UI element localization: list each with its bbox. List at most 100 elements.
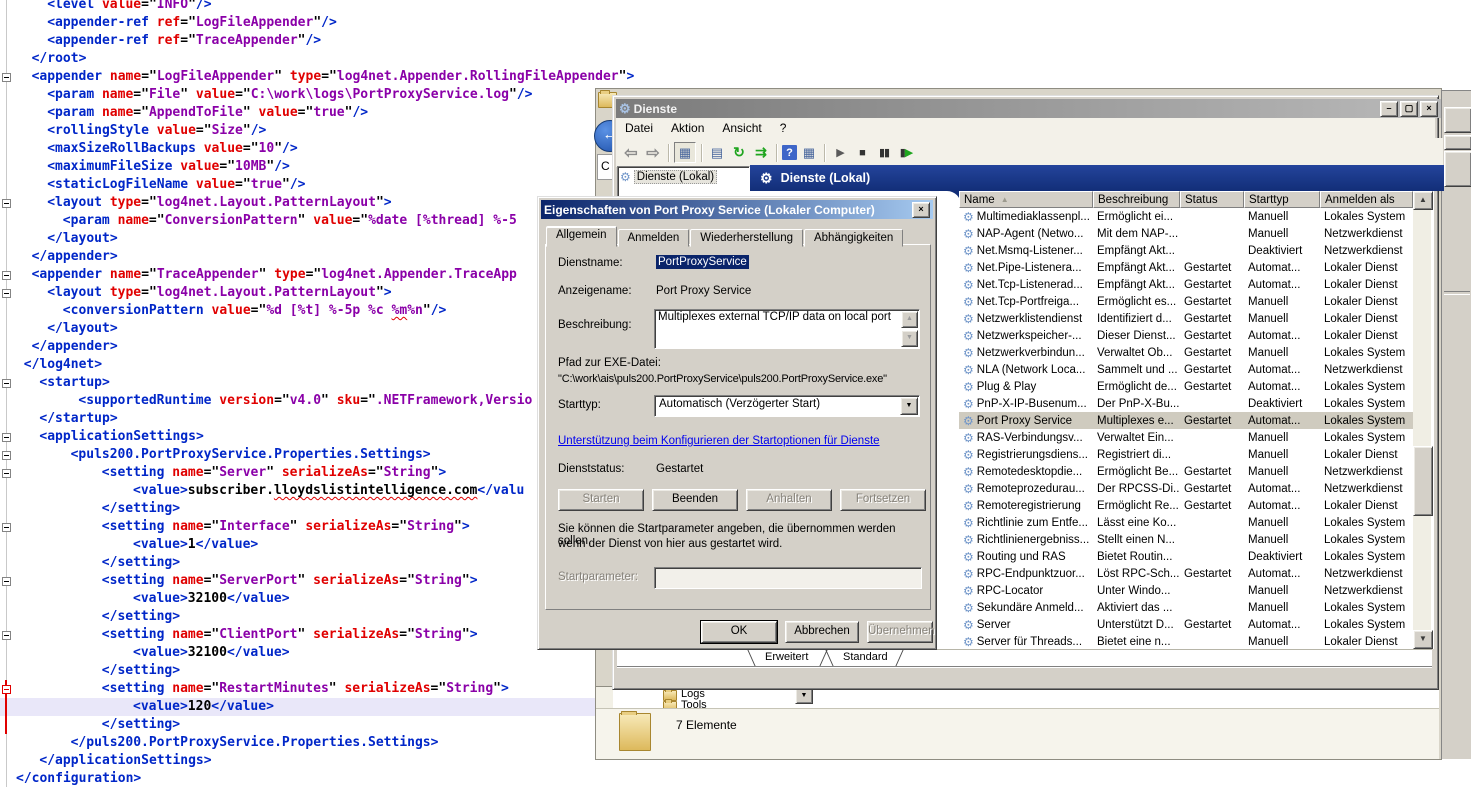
service-row[interactable]: ⚙Sekundäre Anmeld...Aktiviert das ...Man… (959, 599, 1413, 616)
column-header-starttyp[interactable]: Starttyp (1244, 191, 1320, 208)
fold-toggle-icon[interactable] (2, 433, 11, 442)
column-header-beschreibung[interactable]: Beschreibung (1093, 191, 1180, 208)
show-console-tree-icon[interactable]: ▦ (674, 142, 696, 163)
startoptions-help-link[interactable]: Unterstützung beim Konfigurieren der Sta… (558, 435, 880, 447)
service-row[interactable]: ⚙Multimediaklassenpl...Ermöglicht ei...M… (959, 208, 1413, 225)
service-row[interactable]: ⚙Netzwerkverbindun...Verwaltet Ob...Gest… (959, 344, 1413, 361)
forward-icon[interactable]: ⇨ (643, 143, 663, 162)
fold-toggle-icon[interactable] (2, 289, 11, 298)
apply-button[interactable]: Übernehmen (867, 621, 933, 643)
column-header-anmelden-als[interactable]: Anmelden als (1320, 191, 1413, 208)
view-tab-erweitert[interactable]: Erweitert (765, 651, 808, 663)
service-cell-text: Lokaler Dienst (1324, 279, 1398, 291)
service-row[interactable]: ⚙Netzwerkspeicher-...Dieser Dienst...Ges… (959, 327, 1413, 344)
scroll-down-button[interactable]: ▼ (1413, 630, 1433, 649)
fold-toggle-icon[interactable] (2, 523, 11, 532)
fold-toggle-icon[interactable] (2, 469, 11, 478)
starttyp-combobox[interactable]: Automatisch (Verzögerter Start) ▼ (654, 395, 920, 417)
service-row[interactable]: ⚙NetzwerklistendienstIdentifiziert d...G… (959, 310, 1413, 327)
beschreibung-textarea[interactable]: Multiplexes external TCP/IP data on loca… (654, 309, 920, 349)
service-row[interactable]: ⚙RPC-LocatorUnter Windo...ManuellNetzwer… (959, 582, 1413, 599)
extended-view-icon[interactable]: ▦ (799, 143, 819, 162)
service-row[interactable]: ⚙Net.Pipe-Listenera...Empfängt Akt...Ges… (959, 259, 1413, 276)
stop-service-icon[interactable]: ■ (852, 143, 872, 162)
menu-item-?[interactable]: ? (771, 119, 796, 137)
service-row[interactable]: ⚙Net.Tcp-Listenerad...Empfängt Akt...Ges… (959, 276, 1413, 293)
fold-toggle-icon[interactable] (2, 73, 11, 82)
back-icon[interactable]: ⇦ (621, 143, 641, 162)
service-row[interactable]: ⚙Server für Threads...Bietet eine n...Ma… (959, 633, 1413, 649)
service-row[interactable]: ⚙NLA (Network Loca...Sammelt und ...Gest… (959, 361, 1413, 378)
refresh-icon[interactable]: ↻ (729, 143, 749, 162)
service-row[interactable]: ⚙ServerUnterstützt D...GestartetAutomat.… (959, 616, 1413, 633)
scroll-up-icon[interactable]: ▲ (901, 311, 918, 328)
pause-service-icon[interactable]: ▮▮ (874, 143, 894, 162)
help-icon[interactable]: ? (782, 145, 797, 160)
cancel-button[interactable]: Abbrechen (785, 621, 859, 643)
code-line[interactable]: <appender-ref ref="TraceAppender"/> (0, 32, 1471, 50)
scrollbar-thumb[interactable] (1413, 446, 1433, 516)
service-row[interactable]: ⚙Remotedesktopdie...Ermöglicht Be...Gest… (959, 463, 1413, 480)
scroll-up-button[interactable]: ▲ (1413, 191, 1433, 210)
service-row[interactable]: ⚙RAS-Verbindungsv...Verwaltet Ein...Manu… (959, 429, 1413, 446)
close-button[interactable]: × (1420, 101, 1438, 117)
fold-toggle-icon[interactable] (2, 685, 11, 694)
fold-toggle-icon[interactable] (2, 631, 11, 640)
fold-toggle-icon[interactable] (2, 379, 11, 388)
tab-allgemein[interactable]: Allgemein (546, 226, 617, 247)
service-row[interactable]: ⚙Routing und RASBietet Routin...Deaktivi… (959, 548, 1413, 565)
tab-abhängigkeiten[interactable]: Abhängigkeiten (804, 229, 903, 247)
beenden-service-button[interactable]: Beenden (652, 489, 738, 511)
dialog-close-button[interactable]: × (912, 202, 930, 218)
code-line[interactable]: </configuration> (0, 770, 1471, 787)
scroll-down-icon[interactable]: ▼ (901, 330, 918, 347)
service-row[interactable]: ⚙Net.Msmq-Listener...Empfängt Akt...Deak… (959, 242, 1413, 259)
view-tab-standard[interactable]: Standard (843, 651, 888, 663)
starten-service-button[interactable]: Starten (558, 489, 644, 511)
anhalten-service-button[interactable]: Anhalten (746, 489, 832, 511)
dienstname-value[interactable]: PortProxyService (656, 255, 749, 269)
menu-item-datei[interactable]: Datei (616, 119, 662, 137)
start-service-icon[interactable]: ▶ (830, 143, 850, 162)
fold-toggle-icon[interactable] (2, 451, 11, 460)
service-row[interactable]: ⚙NAP-Agent (Netwo...Mit dem NAP-...Manue… (959, 225, 1413, 242)
fold-toggle-icon[interactable] (2, 199, 11, 208)
ok-button[interactable]: OK (701, 621, 777, 643)
combobox-dropdown-icon[interactable]: ▼ (900, 397, 918, 415)
column-header-status[interactable]: Status (1180, 191, 1244, 208)
service-row[interactable]: ⚙RemoteregistrierungErmöglicht Re...Gest… (959, 497, 1413, 514)
code-line[interactable]: <appender-ref ref="LogFileAppender"/> (0, 14, 1471, 32)
startparameter-input[interactable] (654, 567, 922, 589)
service-row[interactable]: ⚙RPC-Endpunktzuor...Löst RPC-Sch...Gesta… (959, 565, 1413, 582)
menu-item-ansicht[interactable]: Ansicht (713, 119, 770, 137)
code-line[interactable]: <appender name="LogFileAppender" type="l… (0, 68, 1471, 86)
column-header-name[interactable]: Name▲ (959, 191, 1093, 208)
dialog-titlebar[interactable]: Eigenschaften von Port Proxy Service (Lo… (541, 200, 933, 219)
service-row[interactable]: ⚙Port Proxy ServiceMultiplexes e...Gesta… (959, 412, 1413, 429)
scrollbar-track[interactable] (1413, 208, 1431, 632)
service-row[interactable]: ⚙Remoteprozedurau...Der RPCSS-Di...Gesta… (959, 480, 1413, 497)
tree-item-dienste-lokal[interactable]: ⚙ Dienste (Lokal) (618, 167, 749, 187)
maximize-button[interactable]: ▢ (1400, 101, 1418, 117)
service-row[interactable]: ⚙Richtlinie zum Entfe...Lässt eine Ko...… (959, 514, 1413, 531)
fold-toggle-icon[interactable] (2, 271, 11, 280)
service-row[interactable]: ⚙Net.Tcp-Portfreiga...Ermöglicht es...Ge… (959, 293, 1413, 310)
service-row[interactable]: ⚙Richtlinienergebniss...Stellt einen N..… (959, 531, 1413, 548)
tab-anmelden[interactable]: Anmelden (618, 229, 690, 247)
dropdown-button[interactable]: ▼ (795, 688, 813, 704)
service-row[interactable]: ⚙PnP-X-IP-Busenum...Der PnP-X-Bu...Deakt… (959, 395, 1413, 412)
properties-icon[interactable]: ▤ (707, 143, 727, 162)
services-titlebar[interactable]: ⚙ Dienste – ▢ × (616, 99, 1441, 118)
code-line[interactable]: <level value="INFO"/> (0, 0, 1471, 14)
export-list-icon[interactable]: ⇉ (751, 143, 771, 162)
tab-wiederherstellung[interactable]: Wiederherstellung (690, 229, 803, 247)
fortsetzen-service-button[interactable]: Fortsetzen (840, 489, 926, 511)
code-line[interactable]: </root> (0, 50, 1471, 68)
menu-item-aktion[interactable]: Aktion (662, 119, 713, 137)
service-row[interactable]: ⚙Registrierungsdiens...Registriert di...… (959, 446, 1413, 463)
minimize-button[interactable]: – (1380, 101, 1398, 117)
service-row[interactable]: ⚙Plug & PlayErmöglicht de...GestartetAut… (959, 378, 1413, 395)
fold-toggle-icon[interactable] (2, 577, 11, 586)
list-scrollbar[interactable]: ▲ ▼ (1413, 191, 1431, 649)
restart-service-icon[interactable]: ▮▶ (896, 143, 916, 162)
